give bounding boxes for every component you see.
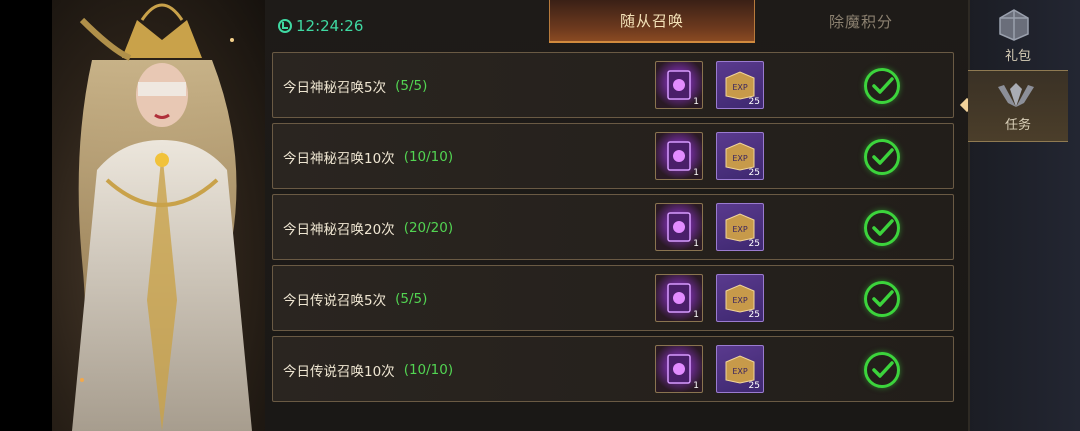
- task-label: 今日神秘召唤10次: [283, 151, 395, 167]
- timer-text: 12:24:26: [296, 17, 364, 35]
- tab-demon-points[interactable]: 除魔积分: [758, 0, 964, 42]
- reward-exp-book[interactable]: EXP 25: [716, 203, 764, 251]
- event-screen: 12:24:26 随从召唤 除魔积分 今日神秘召唤5次 (5/5) 1 EXP …: [0, 0, 1080, 431]
- task-row: 今日传说召唤10次 (10/10) 1 EXP 25: [272, 336, 954, 402]
- reward-count: 1: [693, 168, 699, 178]
- completed-check-icon: [864, 68, 900, 104]
- reward-count: 25: [748, 97, 760, 107]
- left-letterbox: [0, 0, 52, 431]
- reward-summon-card[interactable]: 1: [655, 345, 703, 393]
- event-timer: 12:24:26: [278, 14, 363, 38]
- task-progress: (10/10): [403, 149, 454, 165]
- task-description: 今日神秘召唤10次 (10/10): [283, 124, 453, 190]
- task-description: 今日传说召唤5次 (5/5): [283, 266, 427, 332]
- svg-text:EXP: EXP: [732, 154, 748, 163]
- task-description: 今日传说召唤10次 (10/10): [283, 337, 453, 403]
- reward-summon-card[interactable]: 1: [655, 132, 703, 180]
- task-progress: (10/10): [403, 362, 454, 378]
- tab-label: 随从召唤: [619, 12, 684, 30]
- reward-count: 1: [693, 381, 699, 391]
- task-label: 今日传说召唤5次: [283, 293, 387, 309]
- reward-count: 1: [693, 239, 699, 249]
- reward-count: 1: [693, 310, 699, 320]
- reward-count: 25: [748, 168, 760, 178]
- task-row: 今日神秘召唤5次 (5/5) 1 EXP 25: [272, 52, 954, 118]
- reward-count: 1: [693, 97, 699, 107]
- wings-emblem-icon: [998, 83, 1034, 107]
- reward-count: 25: [748, 239, 760, 249]
- task-progress: (5/5): [395, 291, 428, 307]
- tab-companion-summon[interactable]: 随从召唤: [549, 0, 755, 42]
- reward-exp-book[interactable]: EXP 25: [716, 61, 764, 109]
- reward-summon-card[interactable]: 1: [655, 61, 703, 109]
- completed-check-icon: [864, 139, 900, 175]
- character-portrait: [52, 0, 270, 431]
- side-nav-label: 礼包: [1004, 49, 1031, 64]
- reward-count: 25: [748, 381, 760, 391]
- svg-text:EXP: EXP: [732, 83, 748, 92]
- magic-card-icon: [667, 283, 691, 313]
- task-label: 今日神秘召唤20次: [283, 222, 395, 238]
- magic-card-icon: [667, 70, 691, 100]
- task-label: 今日神秘召唤5次: [283, 80, 387, 96]
- priestess-art: [72, 3, 252, 431]
- task-row: 今日神秘召唤20次 (20/20) 1 EXP 25: [272, 194, 954, 260]
- gift-box-icon: [999, 9, 1029, 41]
- reward-count: 25: [748, 310, 760, 320]
- reward-summon-card[interactable]: 1: [655, 274, 703, 322]
- side-nav-label: 任务: [1004, 118, 1031, 133]
- svg-text:EXP: EXP: [732, 225, 748, 234]
- completed-check-icon: [864, 352, 900, 388]
- magic-card-icon: [667, 212, 691, 242]
- reward-exp-book[interactable]: EXP 25: [716, 345, 764, 393]
- reward-exp-book[interactable]: EXP 25: [716, 132, 764, 180]
- clock-icon: [278, 19, 292, 33]
- reward-exp-book[interactable]: EXP 25: [716, 274, 764, 322]
- task-description: 今日神秘召唤5次 (5/5): [283, 53, 427, 119]
- side-nav-gift[interactable]: 礼包: [968, 0, 1068, 72]
- magic-card-icon: [667, 354, 691, 384]
- magic-card-icon: [667, 141, 691, 171]
- completed-check-icon: [864, 210, 900, 246]
- task-description: 今日神秘召唤20次 (20/20): [283, 195, 453, 261]
- svg-text:EXP: EXP: [732, 367, 748, 376]
- task-progress: (20/20): [403, 220, 454, 236]
- side-nav-task[interactable]: 任务: [968, 70, 1068, 142]
- completed-check-icon: [864, 281, 900, 317]
- task-progress: (5/5): [395, 78, 428, 94]
- reward-summon-card[interactable]: 1: [655, 203, 703, 251]
- task-row: 今日神秘召唤10次 (10/10) 1 EXP 25: [272, 123, 954, 189]
- task-row: 今日传说召唤5次 (5/5) 1 EXP 25: [272, 265, 954, 331]
- tab-label: 除魔积分: [828, 12, 893, 31]
- task-label: 今日传说召唤10次: [283, 364, 395, 380]
- active-tab-underline: [549, 41, 755, 43]
- svg-text:EXP: EXP: [732, 296, 748, 305]
